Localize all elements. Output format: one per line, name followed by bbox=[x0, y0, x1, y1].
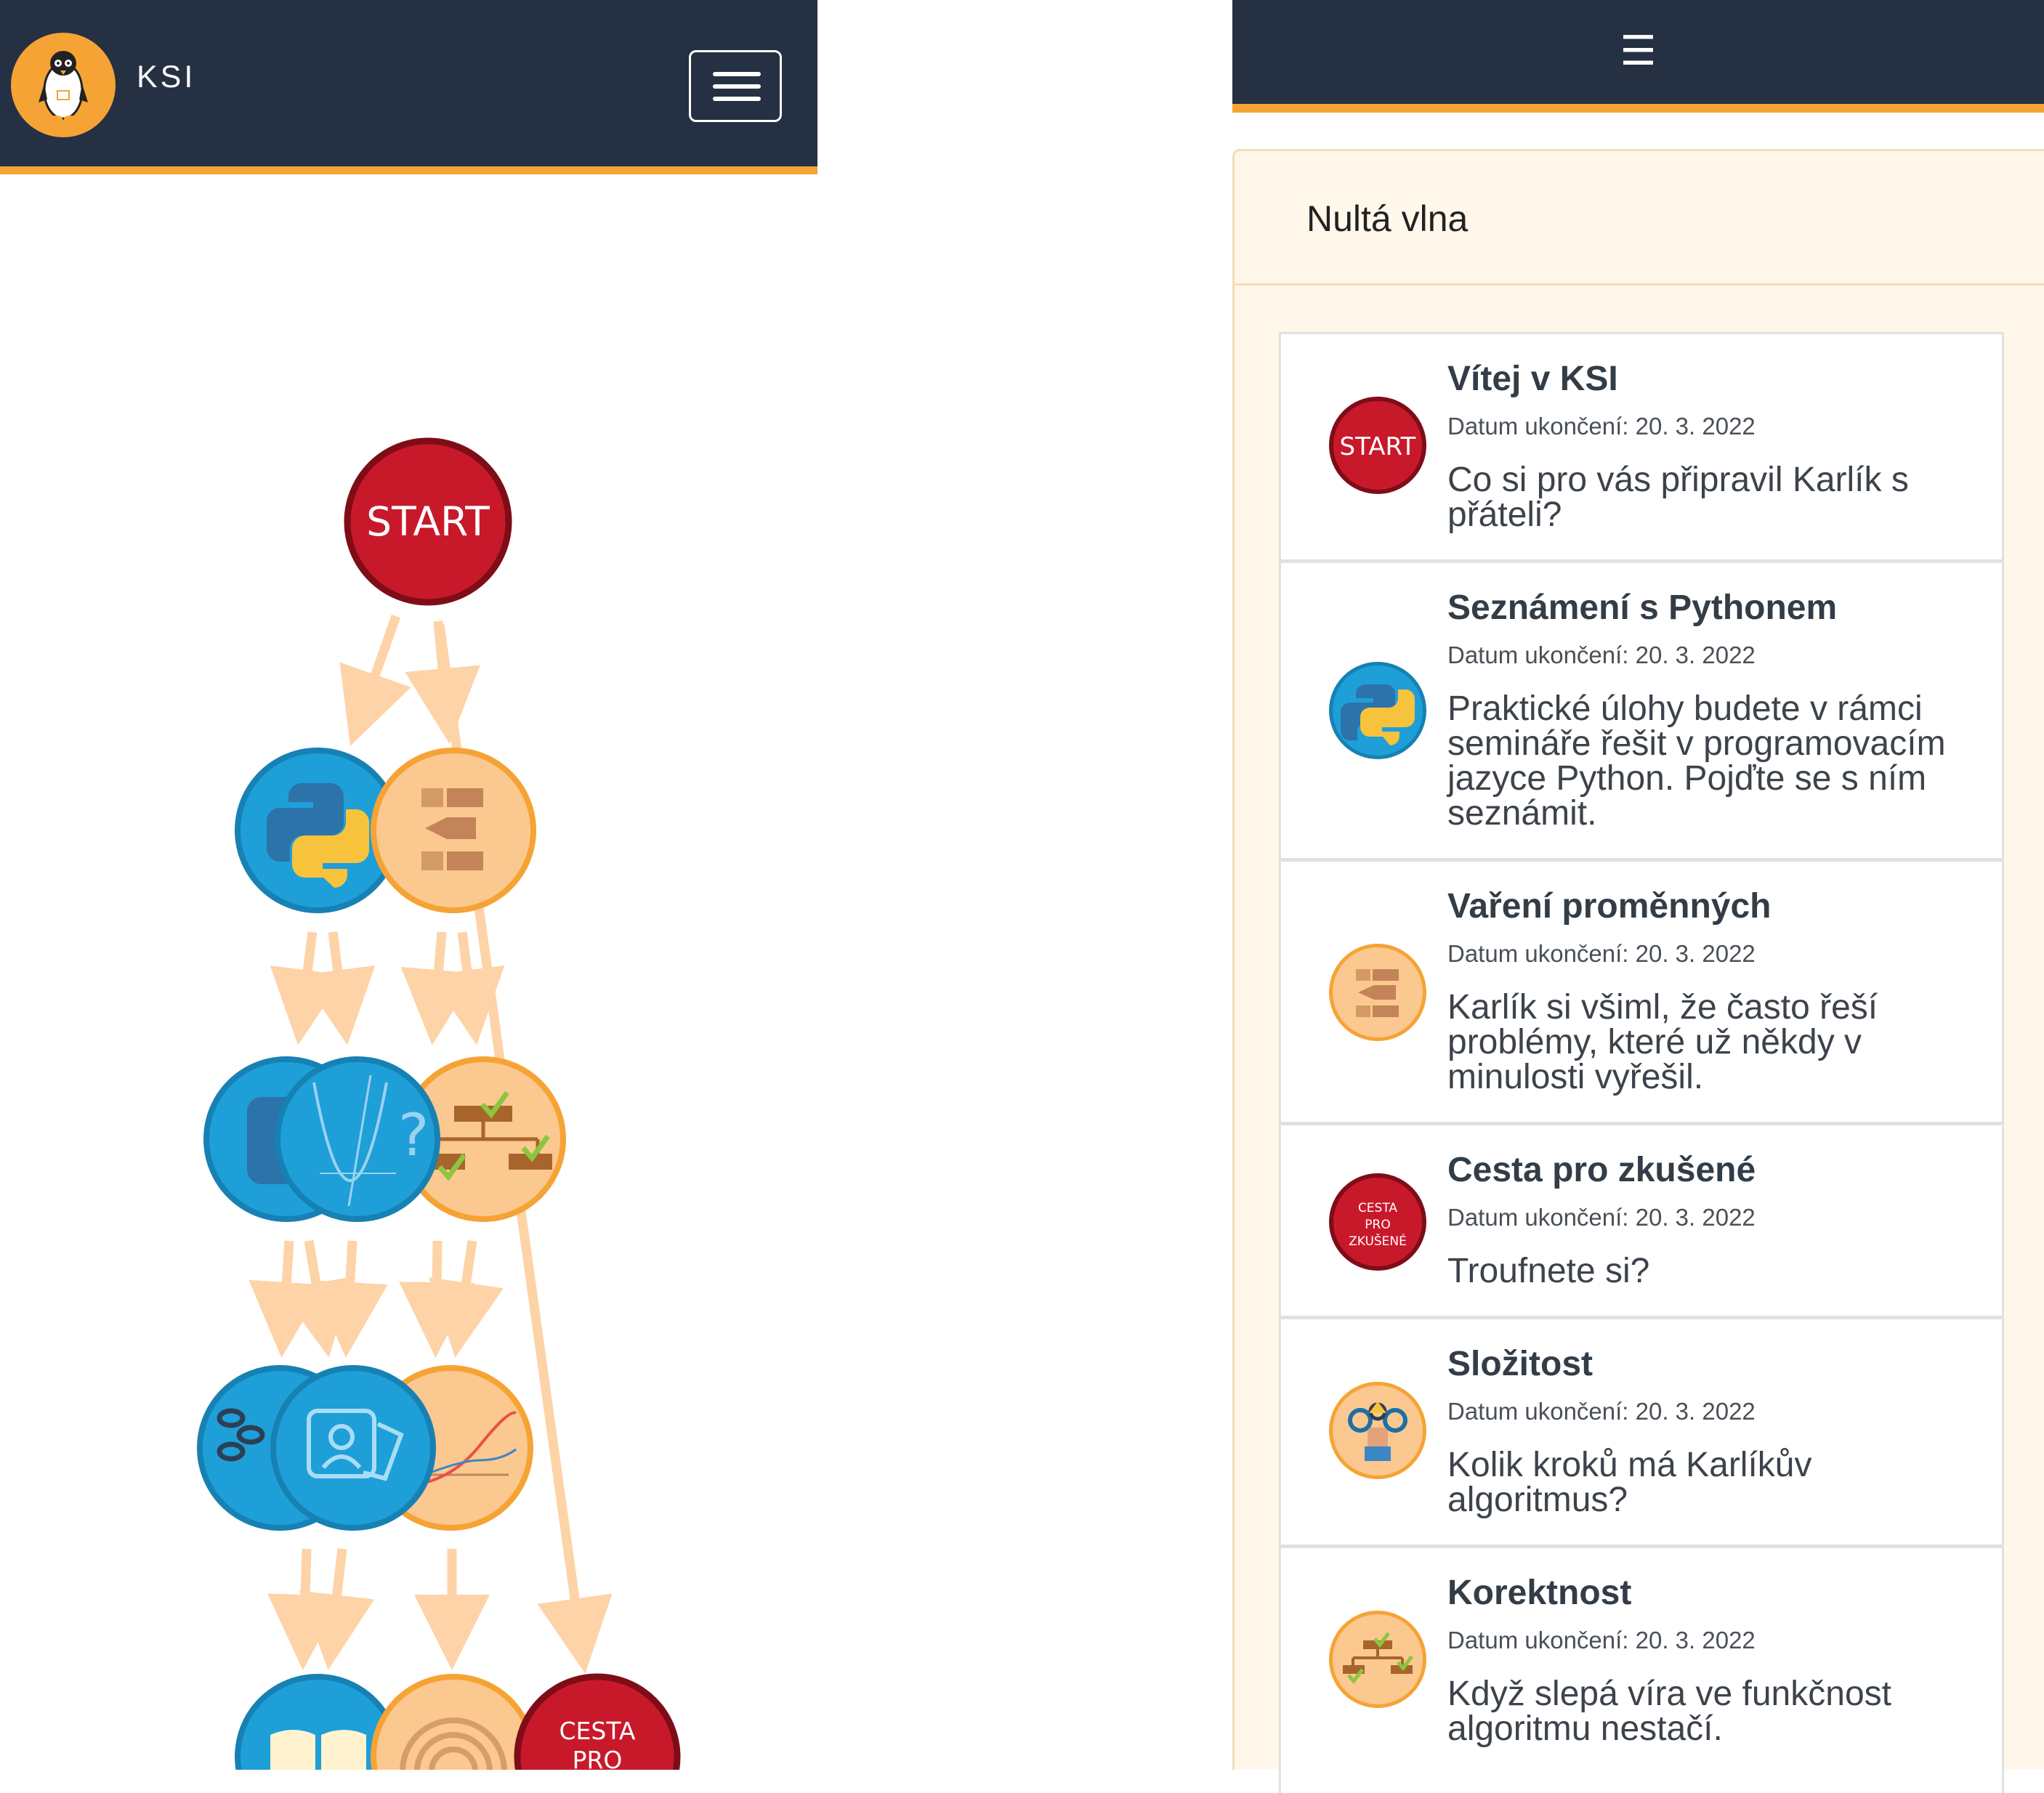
start-node-label: START bbox=[366, 498, 490, 545]
task-description: Troufnete si? bbox=[1447, 1252, 1650, 1290]
task-deadline: Datum ukončení: 20. 3. 2022 bbox=[1447, 413, 1756, 440]
maze-node[interactable] bbox=[371, 1674, 536, 1770]
task-description: Co si pro vás připravil Karlík s přáteli… bbox=[1447, 461, 1909, 534]
profile-card-node[interactable] bbox=[270, 1365, 436, 1531]
flowchart-icon bbox=[1329, 944, 1426, 1041]
wave-title[interactable]: Nultá vlna bbox=[1306, 198, 1468, 240]
checked-tree-icon bbox=[1329, 1611, 1426, 1708]
task-card[interactable]: CESTA PRO ZKUŠENÉ Cesta pro zkušené Datu… bbox=[1279, 1123, 2004, 1318]
task-title[interactable]: Složitost bbox=[1447, 1344, 1593, 1384]
task-card[interactable]: Složitost Datum ukončení: 20. 3. 2022 Ko… bbox=[1279, 1317, 2004, 1547]
menu-toggle-button[interactable] bbox=[689, 50, 782, 122]
task-title[interactable]: Vaření proměnných bbox=[1447, 886, 1771, 926]
task-title[interactable]: Vítej v KSI bbox=[1447, 359, 1618, 399]
task-card[interactable]: START Vítej v KSI Datum ukončení: 20. 3.… bbox=[1279, 332, 2004, 562]
svg-text:ZKUŠENÉ: ZKUŠENÉ bbox=[1349, 1233, 1407, 1249]
hamburger-icon[interactable]: ☰ bbox=[1232, 25, 2044, 78]
task-title[interactable]: Seznámení s Pythonem bbox=[1447, 588, 1837, 628]
task-deadline: Datum ukončení: 20. 3. 2022 bbox=[1447, 1204, 1756, 1231]
svg-text:PRO: PRO bbox=[1365, 1218, 1390, 1232]
task-deadline: Datum ukončení: 20. 3. 2022 bbox=[1447, 940, 1756, 967]
flowchart-node[interactable] bbox=[371, 748, 536, 913]
svg-text:?: ? bbox=[398, 1101, 429, 1169]
task-title[interactable]: Korektnost bbox=[1447, 1573, 1631, 1613]
cesta-node-label-2: PRO bbox=[573, 1746, 623, 1770]
svg-text:CESTA: CESTA bbox=[1358, 1201, 1397, 1215]
svg-text:START: START bbox=[1340, 432, 1416, 461]
task-title[interactable]: Cesta pro zkušené bbox=[1447, 1150, 1756, 1190]
divider bbox=[1235, 283, 2044, 286]
task-deadline: Datum ukončení: 20. 3. 2022 bbox=[1447, 1627, 1756, 1654]
gears-worker-icon bbox=[1329, 1382, 1426, 1479]
task-card[interactable]: Seznámení s Pythonem Datum ukončení: 20.… bbox=[1279, 561, 2004, 860]
task-description: Když slepá víra ve funkčnost algoritmu n… bbox=[1447, 1675, 1891, 1748]
cesta-icon: CESTA PRO ZKUŠENÉ bbox=[1329, 1173, 1426, 1271]
python-icon bbox=[1329, 662, 1426, 759]
brand-name[interactable]: KSI bbox=[137, 60, 195, 95]
penguin-icon[interactable] bbox=[11, 33, 116, 137]
start-node[interactable]: START bbox=[344, 437, 512, 606]
cesta-pro-zkusene-node[interactable]: CESTA PRO bbox=[514, 1673, 681, 1770]
task-graph: START ? CESTA PRO bbox=[197, 437, 681, 1770]
parabola-question-node[interactable]: ? bbox=[275, 1056, 440, 1222]
task-description: Kolik kroků má Karlíkův algoritmus? bbox=[1447, 1446, 1812, 1519]
task-description: Praktické úlohy budete v rámci semináře … bbox=[1447, 689, 1946, 833]
cesta-node-label-1: CESTA bbox=[559, 1717, 635, 1745]
task-deadline: Datum ukončení: 20. 3. 2022 bbox=[1447, 641, 1756, 668]
task-deadline: Datum ukončení: 20. 3. 2022 bbox=[1447, 1398, 1756, 1425]
task-card[interactable]: Korektnost Datum ukončení: 20. 3. 2022 K… bbox=[1279, 1546, 2004, 1793]
start-icon: START bbox=[1329, 397, 1426, 494]
task-card[interactable]: Vaření proměnných Datum ukončení: 20. 3.… bbox=[1279, 859, 2004, 1124]
task-description: Karlík si všiml, že často řeší problémy,… bbox=[1447, 988, 1878, 1096]
